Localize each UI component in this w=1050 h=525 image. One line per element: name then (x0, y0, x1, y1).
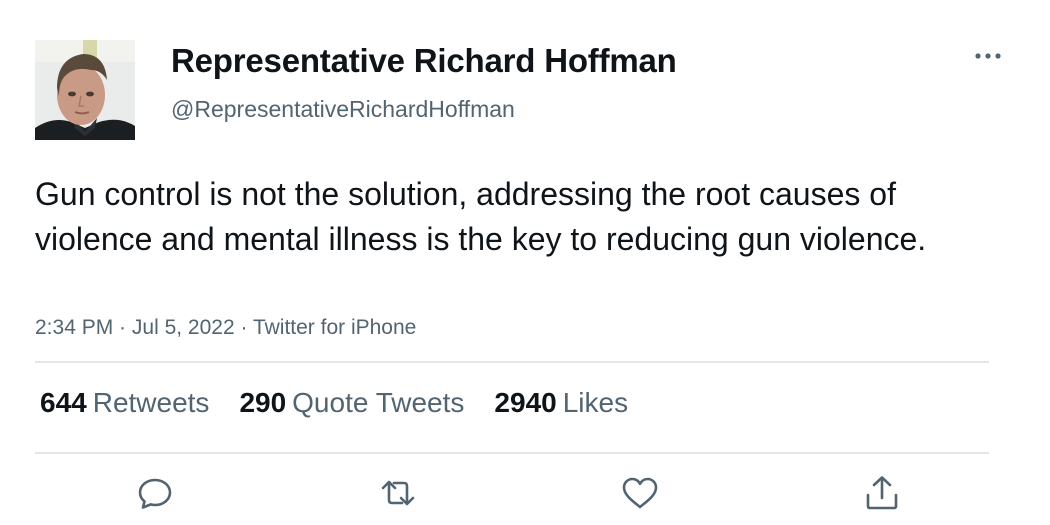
share-button[interactable] (862, 473, 902, 513)
avatar[interactable] (35, 40, 135, 140)
likes-stat[interactable]: 2940 Likes (494, 387, 628, 419)
meta-separator: · (113, 316, 132, 339)
tweet-source[interactable]: Twitter for iPhone (253, 316, 416, 339)
more-options-button[interactable] (970, 42, 1006, 70)
meta-separator: · (234, 316, 253, 339)
quote-tweets-count: 290 (239, 387, 287, 418)
tweet-time[interactable]: 2:34 PM (35, 316, 113, 339)
retweet-icon (381, 480, 415, 506)
heart-icon (622, 477, 658, 509)
retweets-count: 644 (40, 387, 87, 418)
likes-label: Likes (562, 387, 629, 418)
likes-count: 2940 (494, 387, 557, 418)
divider (35, 361, 989, 363)
share-icon (866, 476, 898, 510)
author-display-name[interactable]: Representative Richard Hoffman (171, 42, 677, 80)
retweets-label: Retweets (92, 387, 210, 418)
quote-tweets-label: Quote Tweets (292, 387, 465, 418)
tweet-metadata: 2:34 PM · Jul 5, 2022 · Twitter for iPho… (35, 316, 416, 340)
author-handle[interactable]: @RepresentativeRichardHoffman (171, 96, 515, 123)
retweets-stat[interactable]: 644 Retweets (40, 387, 209, 419)
more-horizontal-icon (975, 53, 1001, 59)
engagement-stats: 644 Retweets 290 Quote Tweets 2940 Likes (40, 387, 628, 419)
tweet-date[interactable]: Jul 5, 2022 (132, 316, 235, 339)
retweet-button[interactable] (378, 473, 418, 513)
quote-tweets-stat[interactable]: 290 Quote Tweets (239, 387, 464, 419)
reply-button[interactable] (135, 473, 175, 513)
avatar-photo (35, 40, 135, 140)
reply-icon (138, 478, 172, 509)
tweet-text: Gun control is not the solution, address… (35, 176, 927, 257)
divider (35, 452, 989, 454)
like-button[interactable] (620, 473, 660, 513)
